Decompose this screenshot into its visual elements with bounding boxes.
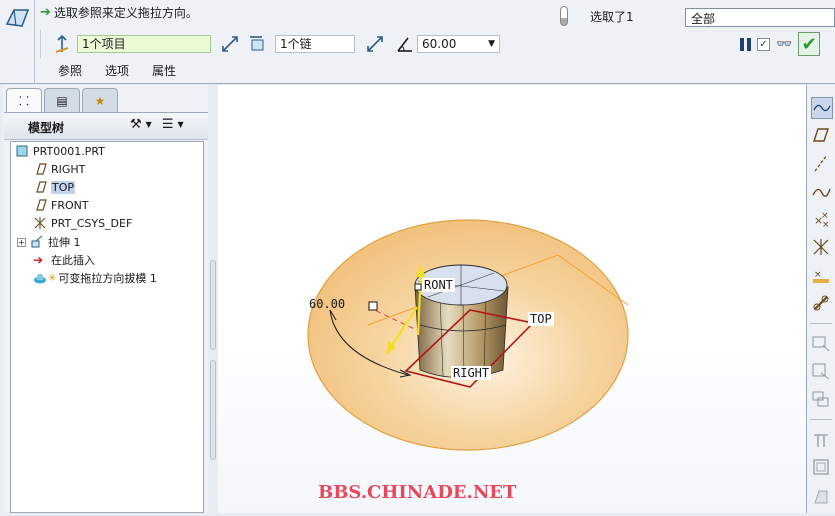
node-label: PRT_CSYS_DEF (51, 216, 133, 230)
chain-collector[interactable]: 1个链 (275, 35, 355, 53)
chain-icon[interactable] (811, 293, 833, 315)
dropdown-arrow-icon[interactable]: ▼ (488, 36, 495, 52)
drag-handle (368, 301, 378, 311)
pull-direction-icon[interactable] (248, 34, 268, 54)
right-datum-label: RIGHT (451, 366, 492, 380)
datum-display-icon[interactable] (811, 97, 833, 119)
tab-favorites[interactable]: ★ (82, 88, 118, 112)
node-label: RIGHT (51, 162, 86, 176)
reference-collector[interactable]: 1个项目 (77, 35, 211, 53)
tools-icon[interactable]: ⚒ (130, 117, 142, 132)
svg-text:×: × (822, 220, 830, 229)
tab-model-tree[interactable]: ⸬ (6, 88, 42, 112)
tree-icon: ⸬ (19, 94, 29, 108)
check-icon: ✔ (801, 33, 817, 55)
part-icon (15, 144, 29, 158)
tree-node-extrude[interactable]: + 拉伸 1 (17, 234, 81, 250)
tree-node-csys[interactable]: PRT_CSYS_DEF (33, 216, 132, 230)
flip-direction-icon[interactable] (220, 34, 240, 54)
model-graphics (307, 219, 629, 451)
panel-splitter[interactable] (208, 85, 218, 513)
csys-tool-icon[interactable] (811, 237, 833, 259)
csys-icon (33, 216, 47, 230)
node-label: 可变拖拉方向拔模 1 (58, 272, 157, 285)
tree-node-part[interactable]: PRT0001.PRT (15, 144, 105, 158)
prompt-message: ➔ 选取参照来定义拖拉方向。 (40, 4, 198, 21)
draft-icon (33, 271, 47, 285)
datum-plane-icon (33, 162, 47, 176)
angle-icon (395, 34, 415, 54)
tree-node-insert-here[interactable]: ➔ 在此插入 (33, 252, 95, 268)
folders-icon: ▤ (56, 93, 68, 108)
toolbar-separator (810, 323, 832, 324)
tab-layers[interactable]: ▤ (44, 88, 80, 112)
datum-plane-tool-icon[interactable] (811, 125, 833, 147)
separator (40, 30, 41, 58)
ok-button[interactable]: ✔ (798, 32, 821, 56)
selection-status: 选取了1 (560, 4, 680, 28)
shrinkwrap-icon[interactable] (811, 361, 833, 383)
node-label: 在此插入 (51, 254, 95, 267)
node-label: FRONT (51, 198, 89, 212)
copy-geometry-icon[interactable] (811, 389, 833, 411)
expand-icon[interactable]: + (17, 237, 26, 247)
insert-arrow-icon: ➔ (33, 253, 44, 267)
shell-icon[interactable] (811, 457, 833, 479)
settings-icon[interactable]: ☰ (162, 117, 174, 132)
dropdown-arrow-icon[interactable]: ▼ (146, 120, 152, 129)
tab-references[interactable]: 参照 (58, 62, 82, 79)
datum-plane-icon (33, 180, 47, 194)
tab-options[interactable]: 选项 (105, 62, 129, 79)
angle-input[interactable]: 60.00 ▼ (417, 35, 500, 53)
draft-feature-icon (4, 4, 32, 32)
dashboard-divider (34, 0, 35, 84)
glasses-icon[interactable]: 👓 (776, 37, 792, 52)
tree-node-front[interactable]: FRONT (33, 198, 89, 212)
preview-checkbox[interactable]: ✓ (757, 37, 770, 51)
thermometer-icon (560, 6, 568, 26)
draft-tool-icon[interactable] (811, 485, 833, 507)
top-datum-label: TOP (528, 312, 554, 326)
svg-text:×: × (814, 270, 822, 280)
draft-surface-icon[interactable] (52, 34, 72, 54)
prompt-text: 选取参照来定义拖拉方向。 (53, 6, 198, 20)
flip-angle-icon[interactable] (365, 34, 385, 54)
extrude-icon (30, 235, 44, 249)
analysis-icon[interactable]: × (811, 265, 833, 287)
tree-tools: ⚒ ▼ ☰ ▼ (130, 117, 184, 132)
tree-node-top[interactable]: TOP (33, 180, 76, 194)
node-label: PRT0001.PRT (33, 144, 105, 158)
datum-curve-icon[interactable] (811, 181, 833, 203)
dropdown-arrow-icon[interactable]: ▼ (177, 120, 183, 129)
angle-dimension-label[interactable]: 60.00 (309, 297, 345, 311)
tree-node-right[interactable]: RIGHT (33, 162, 85, 176)
watermark: BBS.CHINADE.NET (318, 482, 517, 503)
angle-value: 60.00 (422, 37, 457, 51)
model-tree: PRT0001.PRT RIGHT TOP FRONT PRT_CSYS_DEF… (10, 141, 204, 513)
tab-properties[interactable]: 属性 (152, 62, 176, 79)
datum-axis-icon[interactable] (811, 153, 833, 175)
datum-toolbar: × × × × (806, 85, 835, 513)
navigator-tabs: ⸬ ▤ ★ (6, 88, 118, 112)
node-label: TOP (51, 180, 76, 194)
selection-filter[interactable]: 全部 (685, 8, 835, 27)
datum-point-icon[interactable]: × × × (811, 209, 833, 231)
datum-plane-icon (33, 198, 47, 212)
front-datum-label: RONT (422, 278, 455, 292)
panel-title: 模型树 (28, 121, 65, 135)
tree-node-draft[interactable]: ✳ 可变拖拉方向拔模 1 (33, 270, 157, 286)
graphics-window[interactable] (218, 85, 806, 513)
green-arrow-icon: ➔ (40, 5, 51, 20)
node-label: 拉伸 1 (48, 236, 81, 249)
pause-icon[interactable] (740, 37, 751, 51)
new-feature-icon: ✳ (48, 272, 57, 284)
rib-icon[interactable] (811, 429, 833, 451)
status-text: 选取了1 (590, 9, 634, 24)
toolbar-separator (810, 419, 832, 420)
star-folder-icon: ★ (94, 93, 106, 108)
dashboard-controls: ✓ 👓 ✔ (740, 32, 821, 56)
insert-component-icon[interactable] (811, 333, 833, 355)
